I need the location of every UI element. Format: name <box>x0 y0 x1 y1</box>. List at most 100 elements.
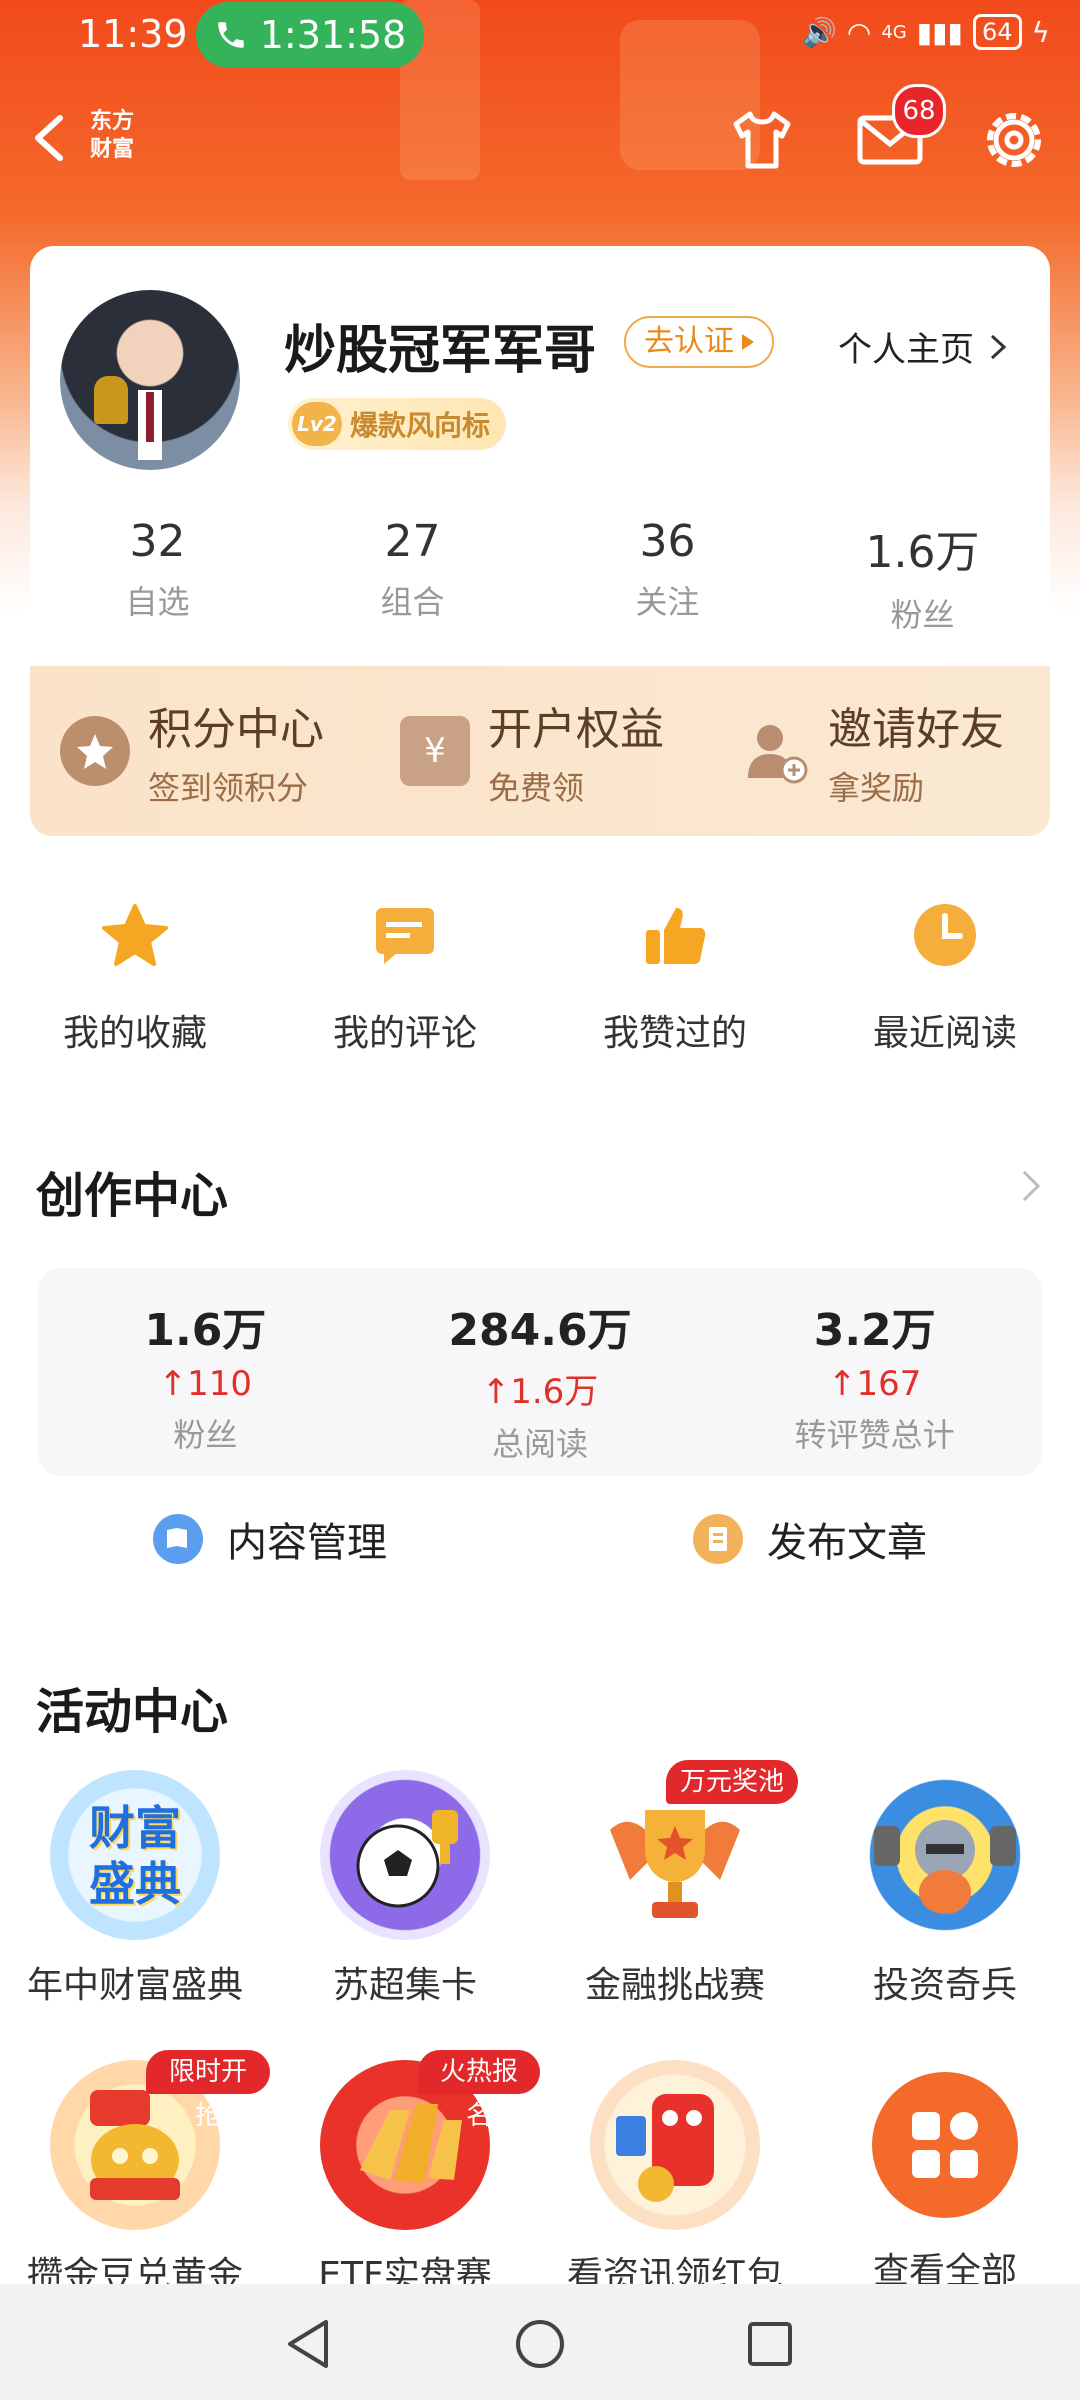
activity-su-league-cards[interactable]: 苏超集卡 <box>270 1760 540 2050</box>
quick-comments[interactable]: 我的评论 <box>270 900 540 1056</box>
quick-favorites[interactable]: 我的收藏 <box>0 900 270 1056</box>
delta-value: 167 <box>856 1364 922 1404</box>
clock-icon <box>914 904 976 966</box>
clock: 11:39 <box>78 12 188 56</box>
creator-stat-value: 284.6万 <box>448 1305 632 1356</box>
nav-back-icon[interactable] <box>280 2314 340 2374</box>
publish-article-button[interactable]: 发布文章 <box>540 1510 1080 1568</box>
creator-stat-delta: ↑110 <box>38 1364 373 1404</box>
reward-title: 积分中心 <box>148 704 324 755</box>
reward-subtitle: 签到领积分 <box>148 769 309 807</box>
reward-title: 开户权益 <box>488 704 664 755</box>
nav-recents-icon[interactable] <box>740 2314 800 2374</box>
system-icons: 🔊 ◠ 4G ▮▮▮ 64 ϟ <box>802 14 1050 50</box>
creator-stat-label: 转评赞总计 <box>794 1416 955 1454</box>
reward-invite-friends[interactable]: 邀请好友 拿奖励 <box>710 666 1050 836</box>
publish-article-icon <box>693 1514 743 1564</box>
up-arrow-icon: ↑ <box>827 1364 857 1404</box>
action-label: 内容管理 <box>227 1520 387 1566</box>
creator-stat-label: 粉丝 <box>173 1416 238 1454</box>
thumbs-up-icon <box>646 908 706 964</box>
stat-portfolio[interactable]: 27 组合 <box>285 516 540 636</box>
star-coin-icon <box>60 716 130 786</box>
creator-stats: 1.6万 ↑110 粉丝 284.6万 ↑1.6万 总阅读 3.2万 ↑167 … <box>38 1268 1042 1476</box>
nav-home-icon[interactable] <box>510 2314 570 2374</box>
message-count-badge: 68 <box>892 84 946 138</box>
activity-tag: 万元奖池 <box>666 1760 799 1804</box>
eastmoney-logo: 东方 财富 <box>90 109 135 162</box>
top-header: 东方 财富 68 <box>0 84 1080 190</box>
profile-stats: 32 自选 27 组合 36 关注 1.6万 粉丝 <box>30 516 1050 636</box>
up-arrow-icon: ↑ <box>158 1364 188 1404</box>
creator-stat-reads[interactable]: 284.6万 ↑1.6万 总阅读 <box>373 1268 708 1476</box>
comment-icon <box>376 908 434 964</box>
activity-row: 财富 盛典 年中财富盛典 苏超集卡 万元奖池 金融挑战赛 投资奇兵 <box>0 1760 1080 2050</box>
level-icon: Lv2 <box>292 402 342 446</box>
stat-label: 自选 <box>125 583 190 621</box>
stat-value: 27 <box>384 516 441 567</box>
battery-level: 64 <box>981 18 1013 46</box>
creator-stat-delta: ↑167 <box>707 1364 1042 1404</box>
activity-tag: 限时开抢 <box>146 2050 270 2131</box>
quick-links: 我的收藏 我的评论 我赞过的 最近阅读 <box>0 900 1080 1056</box>
trophy-in-photo <box>94 376 128 424</box>
ongoing-call-pill[interactable]: 1:31:58 <box>196 2 424 68</box>
stat-fans[interactable]: 1.6万 粉丝 <box>795 516 1050 636</box>
gear-icon[interactable] <box>976 102 1052 178</box>
avatar[interactable] <box>60 290 240 470</box>
reward-title: 邀请好友 <box>828 704 1004 755</box>
creator-stat-fans[interactable]: 1.6万 ↑110 粉丝 <box>38 1268 373 1476</box>
activity-center-title: 活动中心 <box>36 1684 229 1740</box>
phone-icon <box>218 22 244 48</box>
stat-watchlist[interactable]: 32 自选 <box>30 516 285 636</box>
quick-label: 我的评论 <box>332 1013 477 1054</box>
network-type: 4G <box>881 21 907 43</box>
verify-button[interactable]: 去认证 <box>624 316 774 368</box>
call-timer: 1:31:58 <box>259 13 407 57</box>
creator-center-title: 创作中心 <box>36 1168 229 1224</box>
stat-value: 36 <box>639 516 696 567</box>
stat-label: 组合 <box>380 583 445 621</box>
reward-account-benefits[interactable]: ¥ 开户权益 免费领 <box>370 666 710 836</box>
reward-subtitle: 拿奖励 <box>828 769 925 807</box>
volume-icon: 🔊 <box>802 15 837 49</box>
quick-label: 我赞过的 <box>602 1013 747 1054</box>
quick-liked[interactable]: 我赞过的 <box>540 900 810 1056</box>
rewards-strip: 积分中心 签到领积分 ¥ 开户权益 免费领 邀请好友 拿奖励 <box>30 666 1050 836</box>
content-manage-button[interactable]: 内容管理 <box>0 1510 540 1568</box>
activity-label: 年中财富盛典 <box>26 1965 243 2006</box>
chevron-right-icon <box>990 334 1007 359</box>
tshirt-icon[interactable] <box>724 102 800 178</box>
profile-card: 炒股冠军军哥 去认证 个人主页 Lv2 爆款风向标 32 自选 27 组合 36… <box>30 246 1050 666</box>
up-arrow-icon: ↑ <box>481 1372 511 1412</box>
creator-stat-delta: ↑1.6万 <box>373 1364 708 1413</box>
action-label: 发布文章 <box>767 1520 927 1566</box>
stat-value: 32 <box>129 516 186 567</box>
activity-finance-challenge[interactable]: 万元奖池 金融挑战赛 <box>540 1760 810 2050</box>
creator-stat-value: 1.6万 <box>144 1305 267 1356</box>
soldier-mascot-icon <box>860 1770 1030 1940</box>
star-icon <box>102 904 168 966</box>
back-arrow-icon[interactable] <box>22 108 82 168</box>
nickname: 炒股冠军军哥 <box>284 321 597 381</box>
activity-investment-soldier[interactable]: 投资奇兵 <box>810 1760 1080 2050</box>
reward-points-center[interactable]: 积分中心 签到领积分 <box>30 666 370 836</box>
stat-following[interactable]: 36 关注 <box>540 516 795 636</box>
creator-stat-engagement[interactable]: 3.2万 ↑167 转评赞总计 <box>707 1268 1042 1476</box>
activity-grid: 财富 盛典 年中财富盛典 苏超集卡 万元奖池 金融挑战赛 投资奇兵 限时开抢 攒… <box>0 1760 1080 2340</box>
stat-label: 粉丝 <box>890 596 955 634</box>
chevron-right-icon[interactable] <box>1016 1166 1046 1206</box>
reward-subtitle: 免费领 <box>488 769 585 807</box>
level-title: 爆款风向标 <box>350 409 491 442</box>
quick-label: 我的收藏 <box>62 1013 207 1054</box>
verify-label: 去认证 <box>644 324 734 359</box>
personal-homepage-link[interactable]: 个人主页 <box>838 322 1008 371</box>
wealth-gala-icon: 财富 盛典 <box>50 1770 220 1940</box>
add-user-icon <box>740 716 810 786</box>
quick-recent-read[interactable]: 最近阅读 <box>810 900 1080 1056</box>
tie-in-photo <box>146 392 154 442</box>
homepage-label: 个人主页 <box>838 330 974 370</box>
level-badge[interactable]: Lv2 爆款风向标 <box>288 398 507 450</box>
activity-wealth-gala[interactable]: 财富 盛典 年中财富盛典 <box>0 1760 270 2050</box>
content-manage-icon <box>153 1514 203 1564</box>
